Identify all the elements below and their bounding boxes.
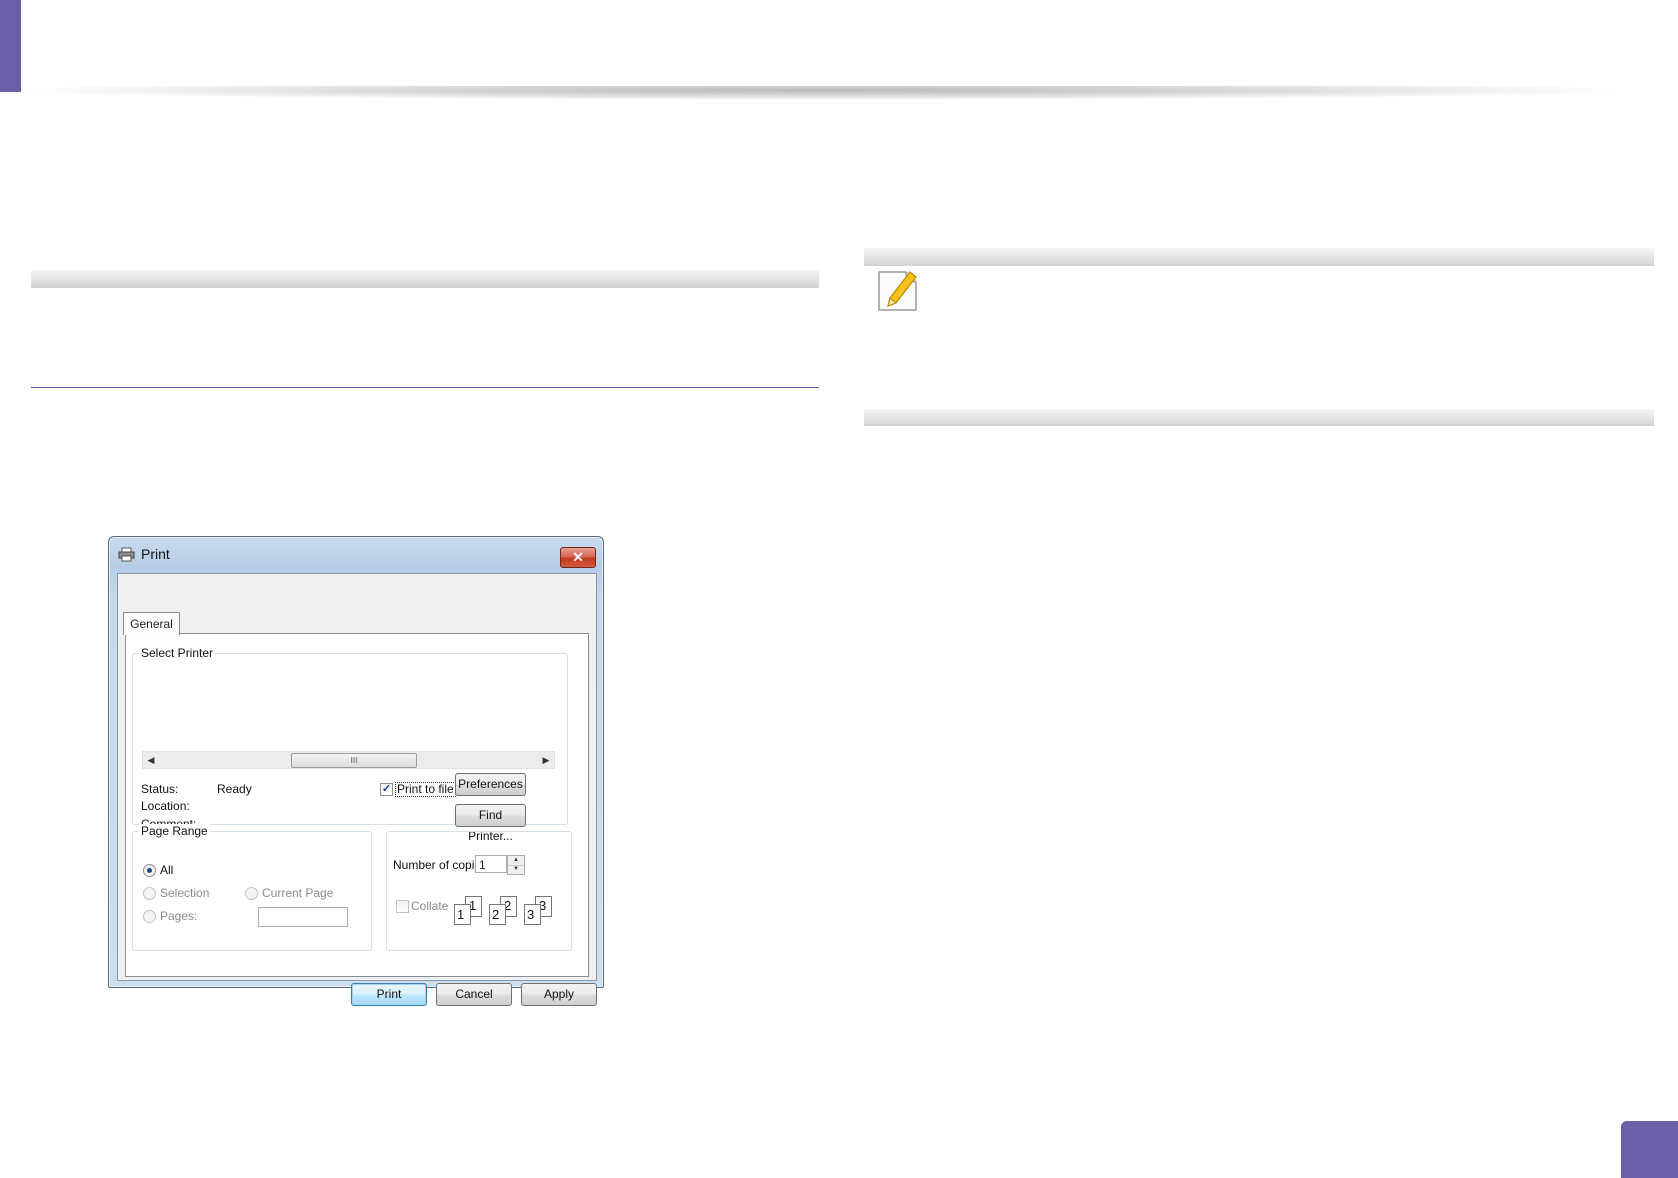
print-to-file-label[interactable]: Print to file <box>395 782 456 797</box>
note-box-top-band <box>864 248 1654 266</box>
print-to-file-checkbox[interactable]: ✓ <box>380 783 393 796</box>
status-value: Ready <box>217 782 252 796</box>
collate-sheet-front: 1 <box>454 904 471 925</box>
dialog-titlebar: Print ✕ <box>109 537 603 573</box>
pages-input[interactable] <box>258 907 348 927</box>
pages-radio-label[interactable]: Pages: <box>160 909 197 923</box>
print-button[interactable]: Print <box>351 983 427 1006</box>
find-printer-button[interactable]: Find Printer... <box>455 804 526 843</box>
printer-icon <box>118 547 135 562</box>
spin-down-arrow-icon[interactable]: ▼ <box>508 865 524 874</box>
dialog-title: Print <box>141 546 170 562</box>
section-heading-band <box>31 270 819 288</box>
select-printer-legend: Select Printer <box>139 646 216 660</box>
scroll-right-arrow-icon[interactable]: ▶ <box>539 752 553 768</box>
collate-label[interactable]: Collate <box>411 899 448 913</box>
page-number-badge <box>1621 1121 1678 1178</box>
printer-list-scrollbar[interactable]: ◀ III ▶ <box>142 751 555 769</box>
page-range-legend: Page Range <box>139 824 210 838</box>
copies-input[interactable]: 1 <box>475 855 507 873</box>
current-page-radio-label[interactable]: Current Page <box>262 886 333 900</box>
header-divider <box>21 86 1621 100</box>
printer-list[interactable] <box>141 669 553 747</box>
location-label: Location: <box>141 799 190 813</box>
print-dialog: Print ✕ General Select Printer ◀ III ▶ S… <box>108 536 604 1006</box>
chapter-tab <box>0 0 21 92</box>
status-label: Status: <box>141 782 179 796</box>
scroll-left-arrow-icon[interactable]: ◀ <box>144 752 158 768</box>
copies-spinner[interactable]: ▲ ▼ <box>507 855 525 875</box>
current-page-radio[interactable] <box>245 887 258 900</box>
scroll-thumb[interactable]: III <box>291 753 417 768</box>
collate-sheet-front: 2 <box>489 904 506 925</box>
copies-group <box>386 831 572 951</box>
tab-general[interactable]: General <box>123 612 180 635</box>
collate-sheet-front: 3 <box>524 904 541 925</box>
preferences-button[interactable]: Preferences <box>455 773 526 796</box>
apply-button[interactable]: Apply <box>521 983 597 1006</box>
note-box-bottom-band <box>864 409 1654 426</box>
all-radio-label[interactable]: All <box>160 863 173 877</box>
selection-radio-label[interactable]: Selection <box>160 886 209 900</box>
selection-radio[interactable] <box>143 887 156 900</box>
note-pencil-icon <box>878 271 917 311</box>
close-icon: ✕ <box>572 549 584 565</box>
all-radio[interactable] <box>143 864 156 877</box>
cancel-button[interactable]: Cancel <box>436 983 512 1006</box>
dialog-client-area: General Select Printer ◀ III ▶ Status: R… <box>117 573 597 1006</box>
pages-radio[interactable] <box>143 910 156 923</box>
close-button[interactable]: ✕ <box>560 547 596 568</box>
section-rule <box>31 387 819 388</box>
collate-checkbox[interactable] <box>396 900 409 913</box>
